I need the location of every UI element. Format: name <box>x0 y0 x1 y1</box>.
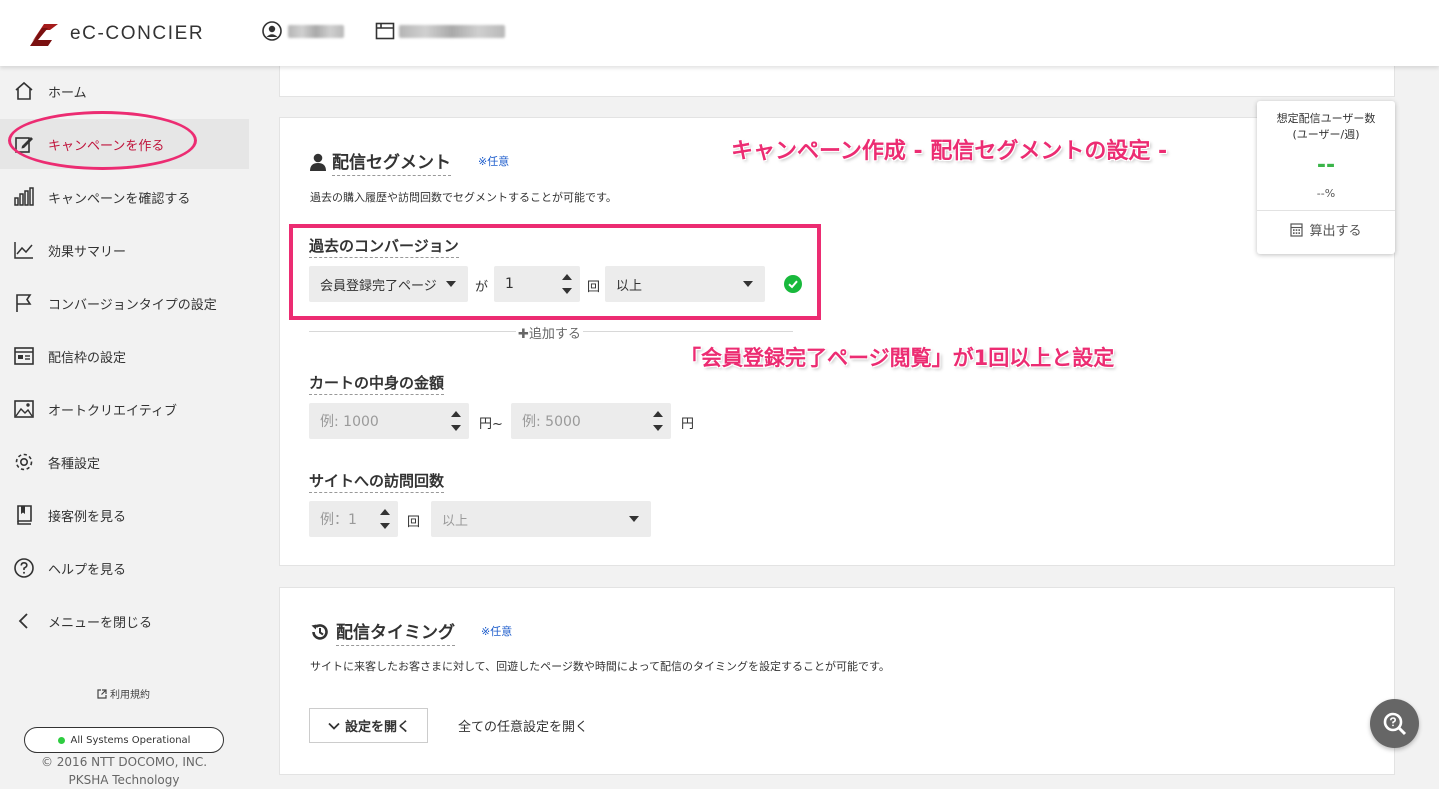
sidebar-item-label: コンバージョンタイプの設定 <box>48 297 217 313</box>
particle-label: が <box>475 280 489 295</box>
segment-optional-label: ※任意 <box>478 155 510 168</box>
sidebar-item-close-menu[interactable]: メニューを閉じる <box>0 596 249 646</box>
site-selector[interactable] <box>375 21 505 41</box>
visit-condition-select[interactable]: 以上 <box>431 501 651 537</box>
image-icon <box>12 397 36 421</box>
sidebar-item-label: 配信枠の設定 <box>48 350 127 366</box>
history-icon <box>311 624 328 640</box>
external-link-icon <box>97 688 107 699</box>
home-icon <box>12 79 36 103</box>
site-name-redacted <box>399 24 505 38</box>
visit-unit-label: 回 <box>407 515 421 530</box>
conversion-count-input[interactable]: 1 <box>494 266 580 302</box>
sidebar-item-label: キャンペーンを確認する <box>48 191 191 207</box>
sidebar-item-help[interactable]: ヘルプを見る <box>0 543 249 593</box>
timing-optional-label: ※任意 <box>481 625 513 638</box>
gear-icon <box>12 450 36 474</box>
logo-text: eC-CONCIER <box>70 23 205 44</box>
sidebar-item-summary[interactable]: 効果サマリー <box>0 225 249 275</box>
question-icon <box>12 556 36 580</box>
user-menu[interactable] <box>262 21 344 41</box>
timing-card <box>279 587 1395 775</box>
sidebar-item-create-campaign[interactable]: キャンペーンを作る <box>0 119 249 169</box>
conversion-condition-select[interactable]: 以上 <box>605 266 765 302</box>
visit-count-input[interactable]: 例：1 <box>309 501 398 537</box>
number-spinner[interactable] <box>451 409 461 433</box>
status-dot <box>57 736 65 744</box>
estimate-percent: --% <box>1316 187 1336 200</box>
timing-title: 配信タイミング <box>310 618 455 646</box>
check-circle-icon <box>784 275 802 293</box>
count-unit-label: 回 <box>587 280 601 295</box>
caret-down-icon <box>446 281 456 287</box>
user-icon <box>310 153 326 171</box>
number-spinner[interactable] <box>380 507 390 531</box>
estimate-title: 想定配信ユーザー数 (ユーザー/週) <box>1276 112 1376 141</box>
sidebar-item-label: メニューを閉じる <box>48 615 153 631</box>
site-visits-title: サイトへの訪問回数 <box>309 470 445 493</box>
segment-description: 過去の購入履歴や訪問回数でセグメントすることが可能です。 <box>310 191 617 204</box>
number-spinner[interactable] <box>562 272 572 296</box>
sidebar-item-home[interactable]: ホーム <box>0 66 249 116</box>
terms-link[interactable]: 利用規約 <box>97 686 150 701</box>
sidebar-item-check-campaign[interactable]: キャンペーンを確認する <box>0 172 249 222</box>
open-all-optional-link[interactable]: 全ての任意設定を開く <box>458 716 588 735</box>
open-settings-button[interactable]: 設定を開く <box>309 708 428 743</box>
user-name-redacted <box>288 24 344 38</box>
book-icon <box>12 503 36 527</box>
app-header: eC-CONCIER <box>0 0 1439 66</box>
copyright-line-2: PKSHA Technology <box>68 773 180 787</box>
sidebar-item-label: ホーム <box>48 85 87 101</box>
cart-max-input[interactable]: 例: 5000 <box>511 403 671 439</box>
caret-down-icon <box>629 516 639 522</box>
logo-mark-icon <box>30 24 58 46</box>
sidebar-item-label: 効果サマリー <box>48 244 127 260</box>
estimate-value: -- <box>1316 153 1336 178</box>
annotation-note: 「会員登録完了ページ閲覧」が1回以上と設定 <box>680 346 1115 370</box>
flag-icon <box>12 291 36 315</box>
caret-down-icon <box>743 281 753 287</box>
sidebar-item-settings[interactable]: 各種設定 <box>0 437 249 487</box>
timing-description: サイトに来客したお客さまに対して、回遊したページ数や時間によって配信のタイミング… <box>310 660 890 673</box>
add-condition-button[interactable]: ✚追加する <box>516 323 583 342</box>
chevron-down-icon <box>328 722 340 730</box>
bar-chart-icon <box>12 185 36 209</box>
logo[interactable]: eC-CONCIER <box>28 20 204 48</box>
number-spinner[interactable] <box>653 409 663 433</box>
sidebar-item-slots[interactable]: 配信枠の設定 <box>0 331 249 381</box>
sidebar: ホーム キャンペーンを作る キャンペーンを確認する 効果サマリー コンバージョン… <box>0 66 262 789</box>
chevron-left-icon <box>12 609 36 633</box>
line-chart-icon <box>12 238 36 262</box>
conversion-page-select[interactable]: 会員登録完了ページ <box>309 266 468 302</box>
segment-title: 配信セグメント <box>310 148 451 176</box>
search-help-icon <box>1383 712 1406 735</box>
system-status-badge[interactable]: All Systems Operational <box>24 727 224 753</box>
annotation-heading: キャンペーン作成 - 配信セグメントの設定 - <box>731 139 1168 164</box>
calculator-icon <box>1290 222 1304 237</box>
sidebar-item-label: キャンペーンを作る <box>48 138 165 154</box>
estimated-users-widget: 想定配信ユーザー数 (ユーザー/週) -- --% 算出する <box>1257 101 1395 254</box>
sidebar-item-label: 接客例を見る <box>48 509 127 525</box>
cart-range-separator: 円~ <box>479 417 503 432</box>
cart-unit-label: 円 <box>681 417 695 432</box>
cart-amount-title: カートの中身の金額 <box>309 372 445 395</box>
help-search-button[interactable] <box>1370 699 1419 748</box>
sidebar-item-label: 各種設定 <box>48 456 101 472</box>
sidebar-item-examples[interactable]: 接客例を見る <box>0 490 249 540</box>
window-icon <box>12 344 36 368</box>
sidebar-item-label: オートクリエイティブ <box>48 403 177 419</box>
past-conversion-title: 過去のコンバージョン <box>309 235 459 258</box>
cart-min-input[interactable]: 例: 1000 <box>309 403 469 439</box>
copyright-line-1: © 2016 NTT DOCOMO, INC. <box>40 755 208 769</box>
edit-icon <box>12 132 36 156</box>
calculate-button[interactable]: 算出する <box>1257 220 1395 239</box>
divider <box>1257 210 1395 211</box>
sidebar-item-label: ヘルプを見る <box>48 562 127 578</box>
sidebar-item-auto-creative[interactable]: オートクリエイティブ <box>0 384 249 434</box>
user-circle-icon <box>262 21 282 41</box>
sidebar-item-conversion-types[interactable]: コンバージョンタイプの設定 <box>0 278 249 328</box>
window-icon <box>375 22 395 40</box>
